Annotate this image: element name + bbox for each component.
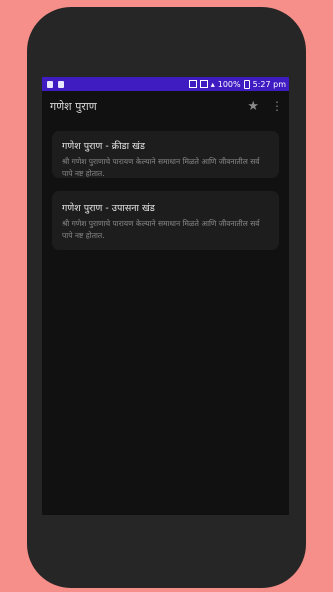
sim-icon [199, 80, 208, 88]
chapter-list: गणेश पुराण - क्रीडा खंड श्री गणेश पुराणा… [42, 121, 289, 250]
app-bar: गणेश पुराण ★ ⋮ [42, 91, 289, 121]
list-item[interactable]: गणेश पुराण - उपासना खंड श्री गणेश पुराणा… [52, 191, 279, 250]
battery-icon [243, 79, 250, 89]
app-title: गणेश पुराण [50, 99, 97, 113]
battery-percent: 100% [217, 79, 241, 89]
list-item-title: गणेश पुराण - क्रीडा खंड [62, 141, 145, 152]
signal-icon: ▴ [210, 79, 215, 89]
list-item[interactable]: गणेश पुराण - क्रीडा खंड श्री गणेश पुराणा… [52, 131, 279, 178]
list-item-description: श्री गणेश पुराणाचे पारायण केल्याने समाधा… [62, 157, 260, 178]
status-right: ▴ 100% 5:27 pm [188, 79, 286, 89]
app-screen: ▴ 100% 5:27 pm गणेश पुराण ★ ⋮ गणेश पुराण… [42, 77, 289, 515]
status-bar: ▴ 100% 5:27 pm [42, 77, 289, 91]
status-time: 5:27 pm [252, 79, 286, 89]
list-item-description: श्री गणेश पुराणाचे पारायण केल्याने समाधा… [62, 219, 260, 240]
volte-icon [188, 80, 197, 88]
notification-icon [47, 80, 53, 88]
list-item-title: गणेश पुराण - उपासना खंड [62, 203, 155, 214]
status-left-icons [47, 80, 64, 88]
star-icon[interactable]: ★ [247, 99, 259, 114]
app-notification-icon [58, 80, 64, 88]
app-bar-actions: ★ ⋮ [247, 99, 283, 114]
more-vert-icon[interactable]: ⋮ [271, 99, 283, 113]
